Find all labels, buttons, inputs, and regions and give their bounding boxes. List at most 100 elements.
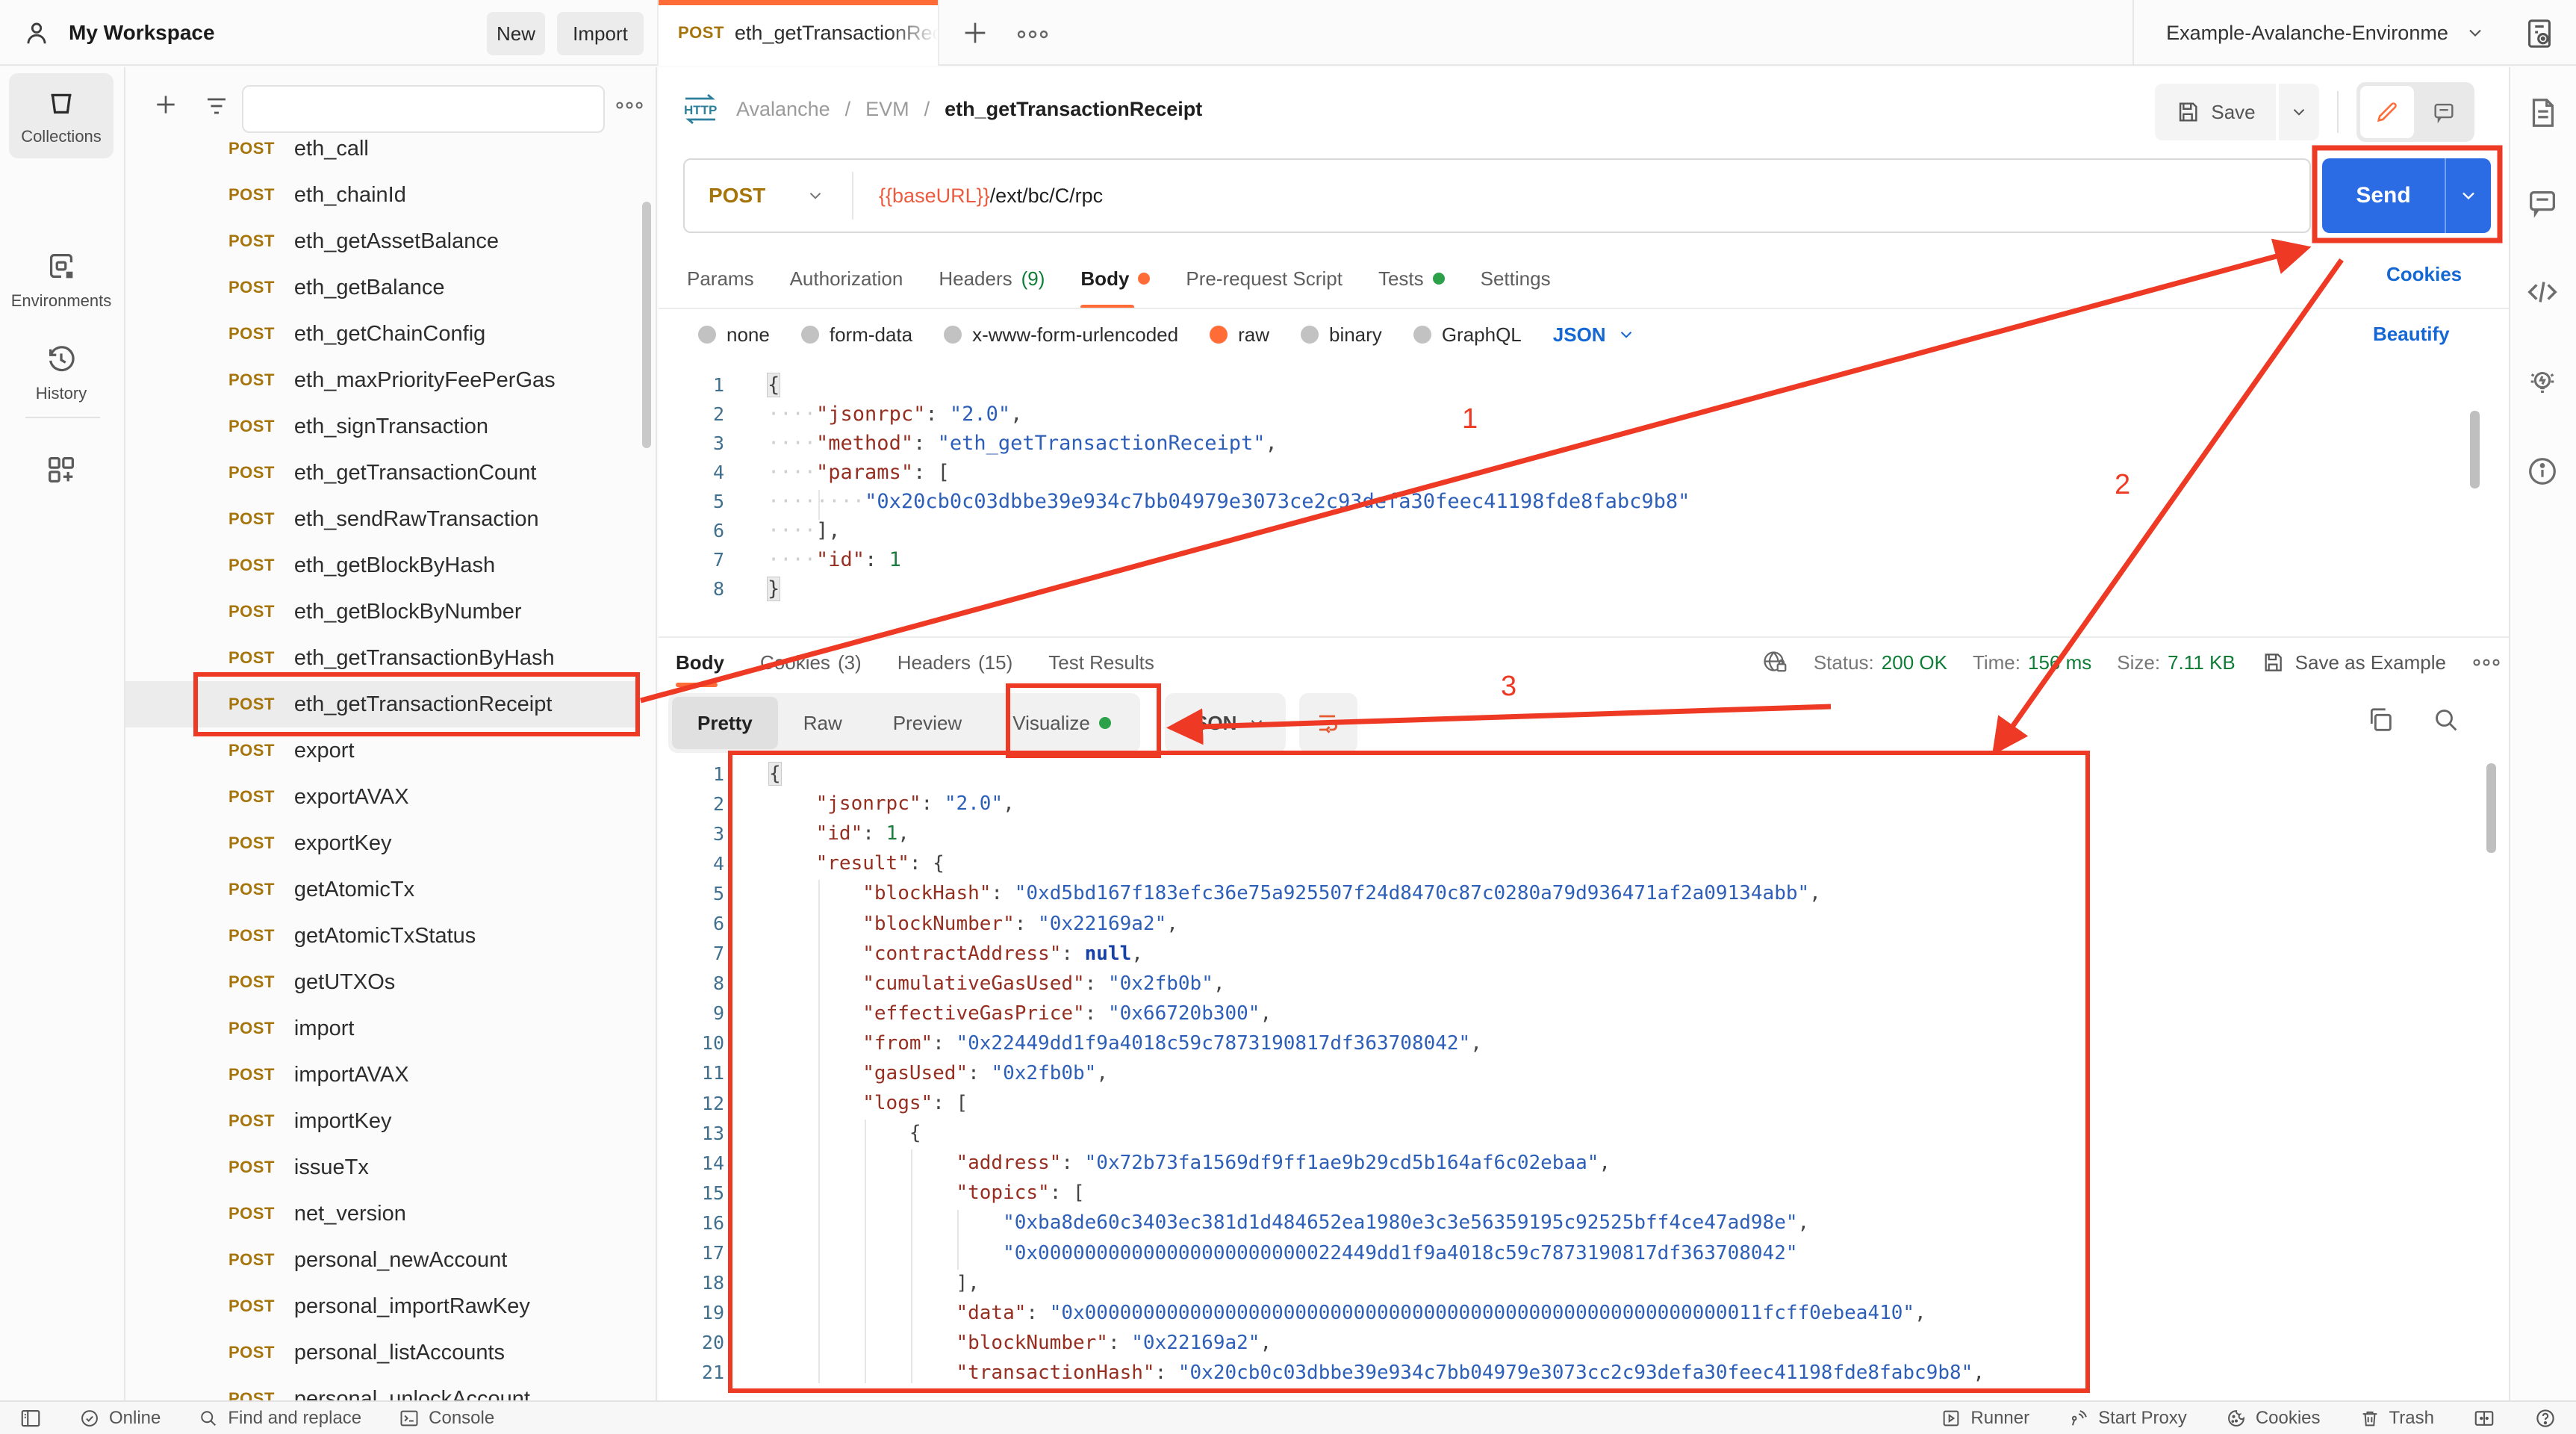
sidebar-more-icon[interactable] xyxy=(614,100,645,111)
comments-icon[interactable] xyxy=(2525,185,2560,220)
find-and-replace[interactable]: Find and replace xyxy=(198,1408,361,1429)
sidebar-item-eth_chainId[interactable]: POST eth_chainId xyxy=(125,172,636,218)
method-selector[interactable]: POST xyxy=(685,184,806,208)
save-as-example-button[interactable]: Save as Example xyxy=(2261,651,2446,674)
add-request-icon[interactable] xyxy=(151,90,181,120)
edit-mode-button[interactable] xyxy=(2360,86,2414,138)
mtab-test-results[interactable]: Test Results xyxy=(1048,639,1154,686)
body-type-raw[interactable]: raw xyxy=(1210,323,1269,347)
save-button[interactable]: Save xyxy=(2155,84,2276,140)
import-button[interactable]: Import xyxy=(557,12,644,55)
runner-button[interactable]: Runner xyxy=(1941,1408,2029,1429)
start-proxy-button[interactable]: Start Proxy xyxy=(2068,1408,2187,1429)
sidebar-item-personal_listAccounts[interactable]: POST personal_listAccounts xyxy=(125,1329,636,1376)
body-type-GraphQL[interactable]: GraphQL xyxy=(1413,323,1522,347)
rail-item-collections[interactable]: Collections xyxy=(9,73,113,158)
sidebar-item-issueTx[interactable]: POST issueTx xyxy=(125,1144,636,1191)
comment-button[interactable] xyxy=(2417,86,2471,138)
vtab-raw[interactable]: Raw xyxy=(778,697,868,749)
rtab-tests[interactable]: Tests xyxy=(1378,248,1445,309)
body-type-none[interactable]: none xyxy=(698,323,770,347)
search-response-icon[interactable] xyxy=(2431,705,2461,735)
sidebar-item-export[interactable]: POST export xyxy=(125,727,636,774)
rtab-body[interactable]: Body xyxy=(1080,248,1151,309)
sidebar-scrollbar[interactable] xyxy=(642,202,651,448)
rtab-headers[interactable]: Headers (9) xyxy=(939,248,1045,309)
rtab-authorization[interactable]: Authorization xyxy=(790,248,903,309)
sidebar-item-exportKey[interactable]: POST exportKey xyxy=(125,820,636,866)
online-status[interactable]: Online xyxy=(79,1408,161,1429)
sidebar-item-exportAVAX[interactable]: POST exportAVAX xyxy=(125,774,636,820)
breadcrumb-folder[interactable]: EVM xyxy=(865,98,909,121)
chevron-down-icon[interactable] xyxy=(806,186,852,205)
beautify-link[interactable]: Beautify xyxy=(2373,323,2450,346)
sidebar-item-eth_getChainConfig[interactable]: POST eth_getChainConfig xyxy=(125,311,636,357)
new-tab-button[interactable] xyxy=(960,18,990,48)
request-body-editor[interactable]: 1{2 ····"jsonrpc": "2.0", 3 ····"method": "… xyxy=(659,370,2480,617)
sidebar-item-eth_sendRawTransaction[interactable]: POST eth_sendRawTransaction xyxy=(125,496,636,542)
tab-options-icon[interactable] xyxy=(1015,28,1050,40)
breadcrumb-collection[interactable]: Avalanche xyxy=(736,98,830,121)
sidebar-item-eth_getTransactionCount[interactable]: POST eth_getTransactionCount xyxy=(125,450,636,496)
sidebar-item-eth_getTransactionByHash[interactable]: POST eth_getTransactionByHash xyxy=(125,635,636,681)
cookies-button[interactable]: Cookies xyxy=(2226,1408,2321,1429)
info-icon[interactable] xyxy=(2525,454,2560,488)
response-more-icon[interactable] xyxy=(2471,657,2501,668)
sidebar-item-eth_getBlockByHash[interactable]: POST eth_getBlockByHash xyxy=(125,542,636,589)
rtab-pre-request-script[interactable]: Pre-request Script xyxy=(1186,248,1343,309)
wrap-lines-button[interactable] xyxy=(1299,693,1357,753)
sidebar-item-getAtomicTx[interactable]: POST getAtomicTx xyxy=(125,866,636,913)
sidebar-item-personal_importRawKey[interactable]: POST personal_importRawKey xyxy=(125,1283,636,1329)
mtab-headers[interactable]: Headers (15) xyxy=(897,639,1013,686)
rail-item-environments[interactable]: Environments xyxy=(9,238,113,323)
sidebar-item-eth_maxPriorityFeePerGas[interactable]: POST eth_maxPriorityFeePerGas xyxy=(125,357,636,403)
network-icon[interactable] xyxy=(1761,649,1788,676)
sidebar-item-eth_call[interactable]: POST eth_call xyxy=(125,125,636,172)
code-snippet-icon[interactable] xyxy=(2525,275,2560,309)
sidebar-item-importKey[interactable]: POST importKey xyxy=(125,1098,636,1144)
response-editor-scrollbar[interactable] xyxy=(2486,763,2496,853)
response-body-editor[interactable]: 1{2 "jsonrpc": "2.0", 3 "id": 1, 4 "result… xyxy=(659,759,2480,1400)
sidebar-item-getUTXOs[interactable]: POST getUTXOs xyxy=(125,959,636,1005)
sidebar-item-personal_unlockAccount[interactable]: POST personal_unlockAccount xyxy=(125,1376,636,1401)
split-panel-icon[interactable] xyxy=(2473,1407,2495,1430)
sidebar-item-getAtomicTxStatus[interactable]: POST getAtomicTxStatus xyxy=(125,913,636,959)
sidebar-item-eth_getBlockByNumber[interactable]: POST eth_getBlockByNumber xyxy=(125,589,636,635)
copy-response-icon[interactable] xyxy=(2365,705,2395,735)
mtab-body[interactable]: Body xyxy=(676,639,724,687)
sidebar-item-net_version[interactable]: POST net_version xyxy=(125,1191,636,1237)
sidebar-item-eth_signTransaction[interactable]: POST eth_signTransaction xyxy=(125,403,636,450)
sidebar-item-eth_getAssetBalance[interactable]: POST eth_getAssetBalance xyxy=(125,218,636,264)
documentation-icon[interactable] xyxy=(2525,96,2560,130)
trash-button[interactable]: Trash xyxy=(2359,1408,2434,1429)
rtab-params[interactable]: Params xyxy=(687,248,754,309)
environment-quick-look-icon[interactable] xyxy=(2522,16,2557,51)
save-options-button[interactable] xyxy=(2279,84,2319,140)
body-type-binary[interactable]: binary xyxy=(1300,323,1382,347)
vtab-visualize[interactable]: Visualize xyxy=(987,697,1136,749)
body-type-x-www-form-urlencoded[interactable]: x-www-form-urlencoded xyxy=(944,323,1178,347)
cookies-link[interactable]: Cookies xyxy=(2386,263,2462,286)
body-type-form-data[interactable]: form-data xyxy=(800,323,912,347)
sidebar-item-personal_newAccount[interactable]: POST personal_newAccount xyxy=(125,1237,636,1283)
url-input[interactable]: {{baseURL}}/ext/bc/C/rpc xyxy=(853,184,1103,208)
filter-icon[interactable] xyxy=(203,93,230,120)
request-editor-scrollbar[interactable] xyxy=(2470,411,2480,488)
vtab-preview[interactable]: Preview xyxy=(868,697,987,749)
console-button[interactable]: Console xyxy=(399,1408,494,1429)
pm-insights-icon[interactable] xyxy=(2525,364,2560,399)
rail-item-more-tools[interactable] xyxy=(9,441,113,499)
send-options-icon[interactable] xyxy=(2446,185,2491,206)
help-icon[interactable] xyxy=(2534,1407,2557,1430)
new-button[interactable]: New xyxy=(487,12,545,55)
response-language-selector[interactable]: JSON xyxy=(1165,693,1286,753)
rtab-settings[interactable]: Settings xyxy=(1481,248,1551,309)
body-language-selector[interactable]: JSON xyxy=(1553,323,1636,347)
rail-item-history[interactable]: History xyxy=(9,330,113,415)
environment-selector[interactable]: Example-Avalanche-Environme xyxy=(2150,0,2501,66)
sidebar-item-eth_getTransactionReceipt[interactable]: POST eth_getTransactionReceipt xyxy=(125,681,636,727)
sidebar-item-importAVAX[interactable]: POST importAVAX xyxy=(125,1052,636,1098)
send-button[interactable]: Send xyxy=(2322,158,2491,233)
workspace-switcher[interactable]: My Workspace xyxy=(22,0,215,66)
toggle-sidebar-icon[interactable] xyxy=(19,1407,42,1430)
